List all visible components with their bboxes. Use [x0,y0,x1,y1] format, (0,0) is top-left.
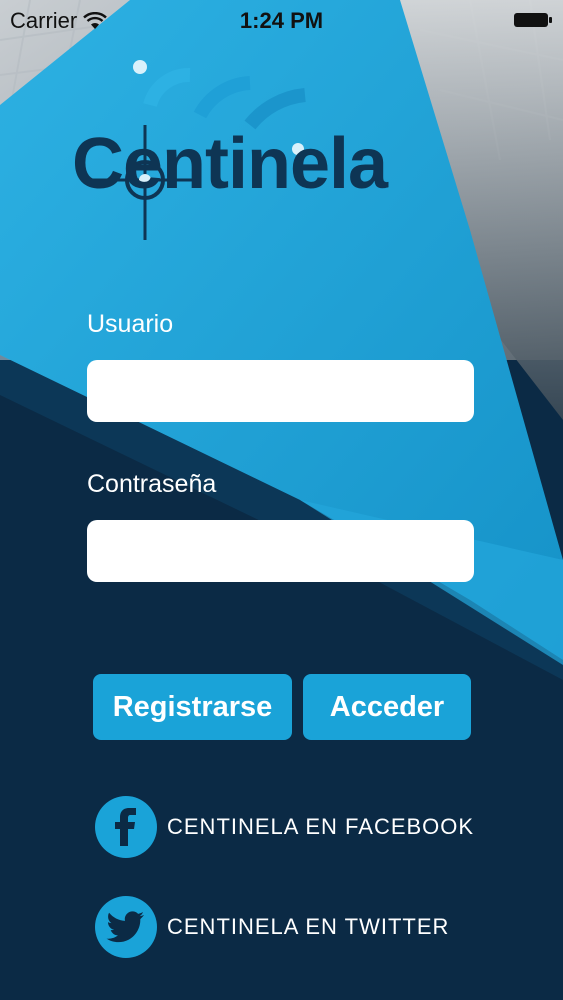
password-label: Contraseña [87,470,217,498]
twitter-icon-circle [95,896,157,958]
login-button[interactable]: Acceder [303,674,471,740]
battery-icon [514,13,552,27]
facebook-icon-circle [95,796,157,858]
username-input[interactable] [87,360,474,422]
twitter-label: CENTINELA EN TWITTER [167,914,450,939]
status-time: 1:24 PM [239,8,324,33]
facebook-link[interactable]: CENTINELA EN FACEBOOK [95,796,474,858]
username-label: Usuario [87,310,174,338]
register-button[interactable]: Registrarse [93,674,292,740]
facebook-label: CENTINELA EN FACEBOOK [167,814,475,839]
logo-wordmark: Centinela [72,124,388,204]
twitter-link[interactable]: CENTINELA EN TWITTER [95,896,449,958]
password-input[interactable] [87,520,474,582]
status-bar: Carrier 1:24 PM [0,0,563,40]
facebook-icon [115,808,136,846]
twitter-icon [106,911,144,943]
